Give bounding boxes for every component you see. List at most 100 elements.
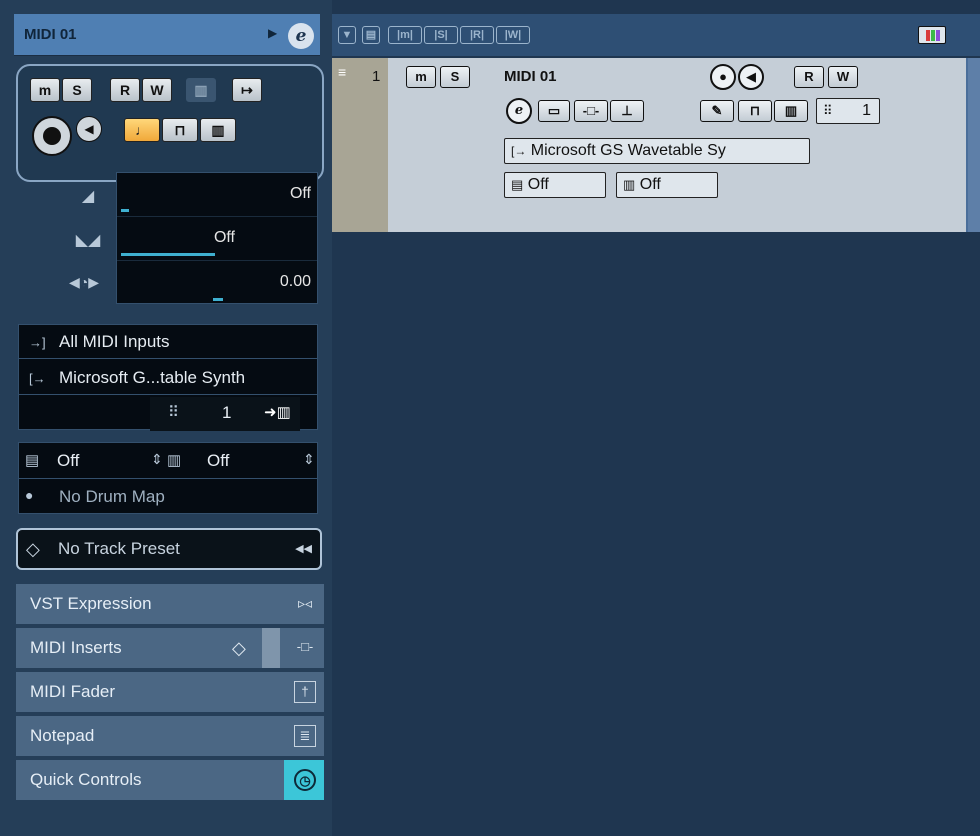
track-list-menu-button[interactable]: ▼	[338, 26, 356, 44]
channel-grid-icon: ⠿	[168, 404, 179, 421]
solo-button[interactable]: S	[62, 78, 92, 102]
global-mute-button[interactable]: |m|	[388, 26, 422, 44]
quick-controls-icon: ◷	[294, 769, 316, 791]
midi-inserts-icon: -□-	[296, 639, 314, 654]
track-edit-button[interactable]: e	[506, 98, 532, 124]
section-label: MIDI Fader	[30, 682, 116, 701]
track-preset-selector[interactable]: ◇ No Track Preset ◀◀	[16, 528, 322, 570]
output-routing-icon: [→	[29, 371, 46, 386]
track-drag-handle-icon[interactable]: ≡	[338, 64, 346, 80]
preset-icon: ◇	[26, 539, 40, 559]
midi-output-selector[interactable]: [→ Microsoft G...table Synth	[19, 361, 317, 395]
expand-arrow-icon[interactable]: ▶	[268, 26, 277, 40]
track-colors-button[interactable]	[918, 26, 946, 44]
monitor-button[interactable]: ◀	[76, 116, 102, 142]
fader-icon: †	[294, 681, 316, 703]
musical-timebase-button[interactable]: ♩	[124, 118, 160, 142]
collapse-arrows-icon[interactable]: ◀◀	[295, 530, 312, 568]
track-solo-button[interactable]: S	[440, 66, 470, 88]
track-output-selector[interactable]: [→ Microsoft GS Wavetable Sy	[504, 138, 810, 164]
midi-channel-value: 1	[222, 403, 232, 422]
track-mute-button[interactable]: m	[406, 66, 436, 88]
track-write-button[interactable]: W	[828, 66, 858, 88]
delay-value: 0.00	[279, 273, 311, 290]
lane-display-button[interactable]: ▥	[200, 118, 236, 142]
bank-icon: ▥	[167, 452, 182, 469]
bank-value[interactable]: Off	[207, 451, 229, 471]
drum-map-icon: ●	[25, 487, 34, 503]
program-value[interactable]: Off	[57, 451, 79, 471]
section-midi-fader[interactable]: MIDI Fader †	[16, 672, 324, 714]
track-inserts-bypass-button[interactable]: -□-	[574, 100, 608, 122]
patch-icon: ▤	[25, 452, 40, 469]
section-label: Notepad	[30, 726, 95, 745]
track-list-empty-area[interactable]	[332, 232, 980, 836]
track-list-scrollbar[interactable]	[966, 58, 980, 232]
edit-instrument-button[interactable]: e	[288, 23, 314, 49]
track-sends-bypass-button[interactable]: ⊥	[610, 100, 644, 122]
write-automation-button[interactable]: W	[142, 78, 172, 102]
lanes-icon[interactable]: ▥	[186, 78, 216, 102]
volume-bar	[121, 209, 129, 212]
track-output-label: Microsoft GS Wavetable Sy	[530, 142, 726, 159]
track-lanes-button[interactable]: ▥	[774, 100, 808, 122]
track-edit-pen-button[interactable]: ✎	[700, 100, 734, 122]
track-list-settings-button[interactable]: ▤	[362, 26, 380, 44]
delay-fader[interactable]: 0.00	[117, 261, 317, 305]
notepad-icon: ≣	[294, 725, 316, 747]
midi-track-row[interactable]: ≡ 1 m S MIDI 01 ● ◀ R W e ▭ -□- ⊥ ✎ ⊓ ▥ …	[332, 58, 980, 232]
track-channel-selector[interactable]: ⠿ 1	[816, 98, 880, 124]
color-swatch-purple	[936, 30, 940, 41]
track-number-strip: ≡ 1	[332, 58, 388, 232]
section-quick-controls[interactable]: Quick Controls ◷	[16, 760, 324, 802]
track-program-value: Off	[527, 176, 549, 193]
vst-expression-icon: ▹◃	[297, 595, 313, 611]
output-routing-icon: [→	[511, 144, 527, 158]
maps-panel: ▤ Off ⇕ ▥ Off ⇕ ● No Drum Map	[18, 442, 318, 514]
color-swatch-red	[926, 30, 930, 41]
program-bank-row: ▤ Off ⇕ ▥ Off ⇕	[19, 443, 317, 479]
volume-fader[interactable]: Off	[117, 173, 317, 217]
midi-input-selector[interactable]: →] All MIDI Inputs	[19, 325, 317, 359]
track-monitor-button[interactable]: ◀	[738, 64, 764, 90]
inspector-track-name: MIDI 01	[24, 26, 77, 43]
section-vst-expression[interactable]: VST Expression ▹◃	[16, 584, 324, 626]
global-read-button[interactable]: |R|	[460, 26, 494, 44]
midi-input-label: All MIDI Inputs	[59, 332, 170, 351]
mute-button[interactable]: m	[30, 78, 60, 102]
read-automation-button[interactable]: R	[110, 78, 140, 102]
track-record-button[interactable]: ●	[710, 64, 736, 90]
channel-grid-icon: ⠿	[823, 103, 833, 118]
lock-button[interactable]: ⊓	[162, 118, 198, 142]
pan-icon: ◣◢	[75, 232, 101, 249]
track-lock-button[interactable]: ⊓	[738, 100, 772, 122]
fader-box: Off Off 0.00	[116, 172, 318, 304]
section-label: MIDI Inserts	[30, 638, 122, 657]
record-enable-button[interactable]	[32, 116, 72, 156]
track-name[interactable]: MIDI 01	[504, 68, 557, 85]
inserts-bypass-strip[interactable]	[262, 628, 280, 668]
pan-fader[interactable]: Off	[117, 217, 317, 261]
pan-bar	[121, 253, 215, 256]
program-spin-icon[interactable]: ⇕	[151, 451, 163, 468]
section-notepad[interactable]: Notepad ≣	[16, 716, 324, 758]
global-write-button[interactable]: |W|	[496, 26, 530, 44]
global-solo-button[interactable]: |S|	[424, 26, 458, 44]
edit-instrument-icon[interactable]: ➜▥	[264, 403, 291, 421]
track-lane-button[interactable]: ▭	[538, 100, 570, 122]
track-read-button[interactable]: R	[794, 66, 824, 88]
output-routing-button[interactable]: ↦	[232, 78, 262, 102]
section-label: VST Expression	[30, 594, 152, 613]
inspector-title-bar[interactable]: MIDI 01 ▶ e	[14, 14, 320, 56]
bank-spin-icon[interactable]: ⇕	[303, 451, 315, 468]
color-swatch-green	[931, 30, 935, 41]
track-bank-value: Off	[639, 176, 661, 193]
patch-icon: ▤	[511, 177, 524, 192]
track-program-selector[interactable]: ▤ Off	[504, 172, 606, 198]
inserts-diamond-icon[interactable]: ◇	[232, 628, 246, 668]
drum-map-selector[interactable]: ● No Drum Map	[19, 479, 317, 513]
section-midi-inserts[interactable]: MIDI Inserts ◇ -□-	[16, 628, 324, 670]
track-bank-selector[interactable]: ▥ Off	[616, 172, 718, 198]
midi-output-label: Microsoft G...table Synth	[59, 368, 246, 387]
midi-channel-selector[interactable]: ⠿ 1 ➜▥	[150, 397, 300, 431]
